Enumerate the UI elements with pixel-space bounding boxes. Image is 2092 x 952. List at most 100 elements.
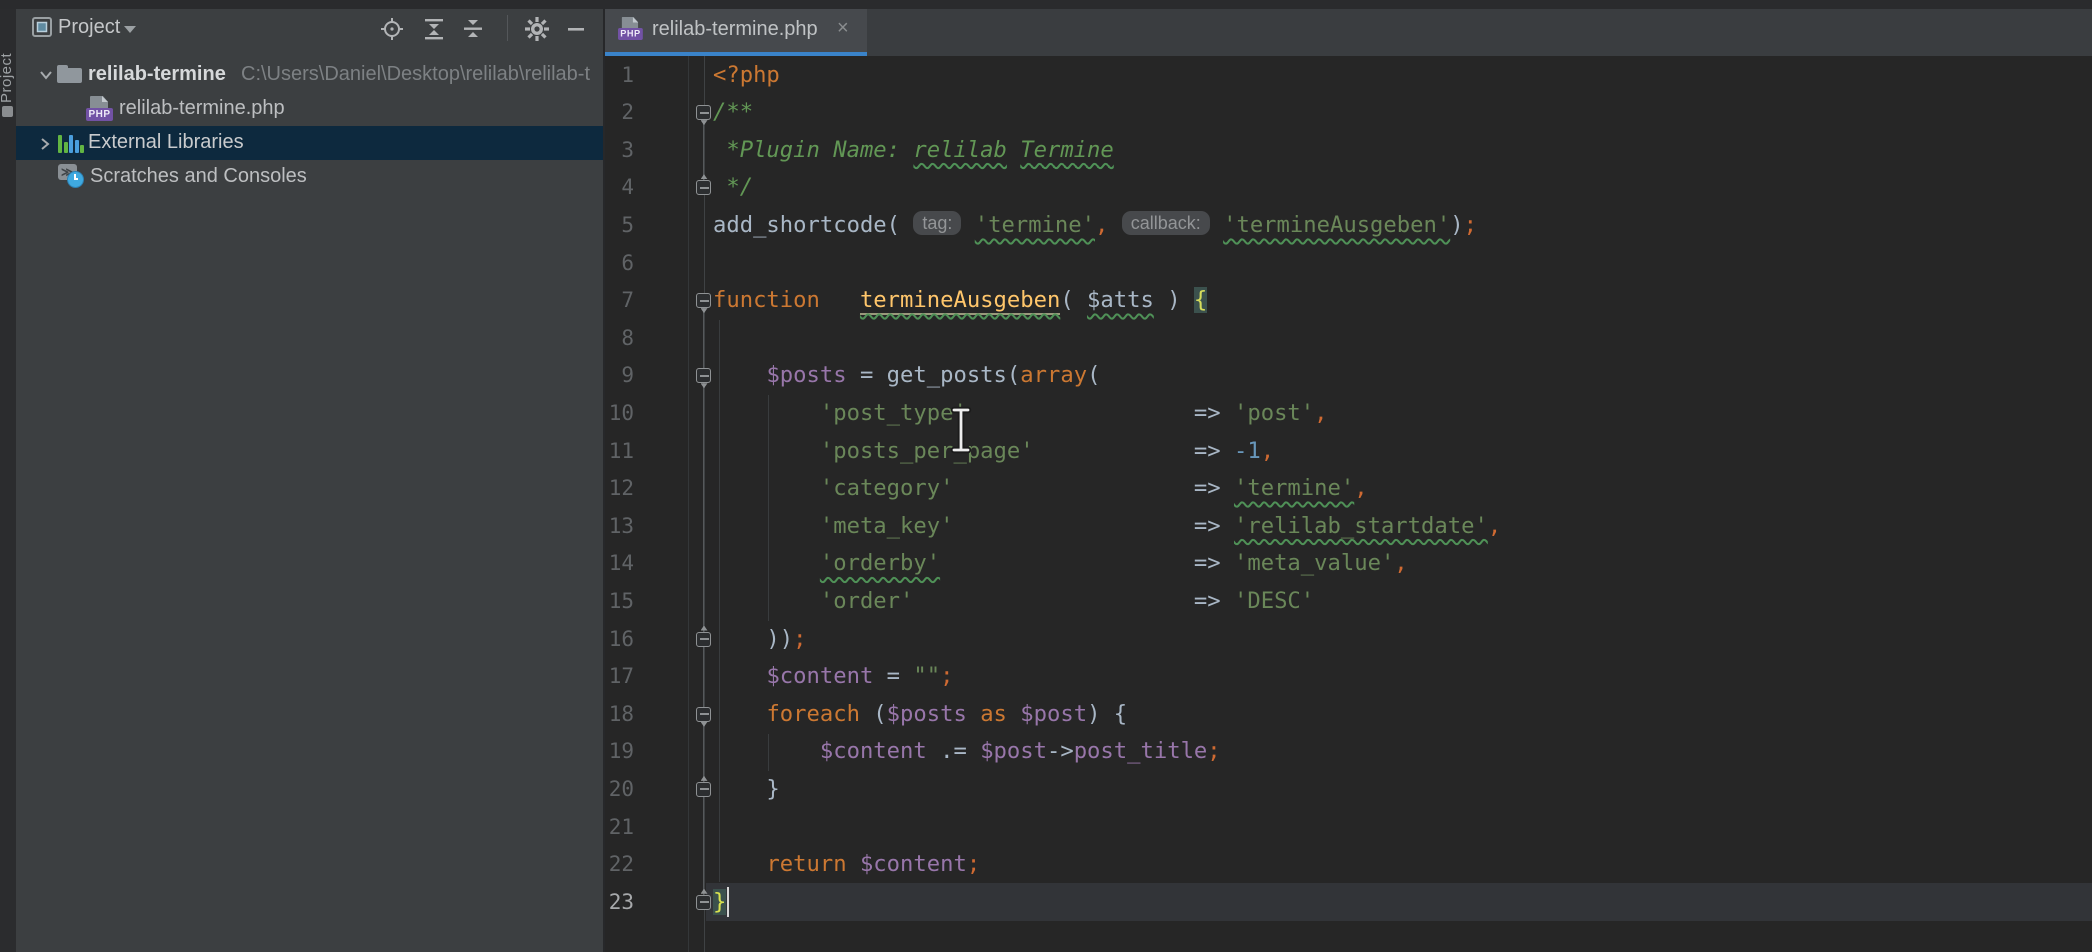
code-line[interactable]: function termineAusgeben( $atts ) { (713, 282, 1207, 320)
code-line[interactable]: <?php (713, 57, 780, 95)
code-line[interactable]: $content .= $post->post_title; (713, 733, 1221, 771)
fold-end-icon[interactable] (696, 632, 711, 647)
code-line[interactable]: )); (713, 621, 807, 659)
tree-item-label[interactable]: relilab-termine (88, 63, 226, 86)
line-number[interactable]: 6 (605, 245, 634, 283)
hide-panel-icon[interactable] (561, 14, 591, 44)
line-number[interactable]: 22 (605, 846, 634, 884)
editor-tab-bar: PHP relilab-termine.php × (605, 9, 2092, 56)
tab-label[interactable]: relilab-termine.php (652, 18, 818, 41)
code-token: ( (860, 701, 887, 727)
code-line[interactable]: 'post_type' => 'post', (713, 395, 1328, 433)
code-token: 'DESC' (1234, 588, 1314, 614)
code-token: 'order' (820, 588, 914, 614)
tab-relilab-termine-php[interactable]: PHP relilab-termine.php × (605, 9, 867, 52)
tree-row-project-root[interactable]: relilab-termine C:\Users\Daniel\Desktop\… (16, 58, 604, 92)
fold-end-icon[interactable] (696, 895, 711, 910)
line-number[interactable]: 8 (605, 320, 634, 358)
locate-icon[interactable] (377, 14, 407, 44)
code-token: post_title (1074, 738, 1208, 764)
line-number[interactable]: 5 (605, 207, 634, 245)
chevron-down-icon[interactable] (38, 68, 54, 82)
line-number[interactable]: 1 (605, 57, 634, 95)
chevron-right-icon[interactable] (38, 136, 52, 152)
code-token: , (1095, 212, 1108, 238)
code-line[interactable]: *Plugin Name: relilab Termine (713, 132, 1114, 170)
line-number[interactable]: 16 (605, 621, 634, 659)
line-number[interactable]: 7 (605, 282, 634, 320)
code-token (713, 550, 820, 576)
line-number[interactable]: 14 (605, 545, 634, 583)
code-token: $post (980, 738, 1047, 764)
project-panel-title[interactable]: Project (58, 16, 120, 39)
code-token (713, 475, 820, 501)
line-number[interactable]: 15 (605, 583, 634, 621)
code-line[interactable]: } (713, 771, 780, 809)
code-token: foreach (766, 701, 860, 727)
code-line[interactable]: $content = ""; (713, 658, 953, 696)
code-line[interactable]: 'meta_key' => 'relilab_startdate', (713, 508, 1501, 546)
fold-start-icon[interactable] (696, 707, 711, 722)
line-number[interactable]: 3 (605, 132, 634, 170)
gutter-faint-line (688, 56, 689, 952)
expand-all-icon[interactable] (458, 14, 488, 44)
line-number[interactable]: 10 (605, 395, 634, 433)
code-token: 'meta_key' (820, 513, 954, 539)
code-token (953, 475, 1193, 501)
code-token: ( (1060, 287, 1087, 313)
collapse-all-icon[interactable] (419, 14, 449, 44)
tool-window-icon[interactable] (2, 106, 13, 117)
code-token: Termine (1020, 137, 1114, 163)
code-editor[interactable]: 1 <?php 2 /** 3 *Plugin Name: relilab Termin… (605, 56, 2092, 952)
code-line[interactable]: 'orderby' => 'meta_value', (713, 545, 1408, 583)
tree-row-php-file[interactable]: PHP relilab-termine.php (16, 92, 604, 126)
fold-start-icon[interactable] (696, 368, 711, 383)
code-token: 'post' (1234, 400, 1314, 426)
code-token (1007, 701, 1020, 727)
code-line[interactable]: /** (713, 94, 753, 132)
code-token: $content (766, 663, 873, 689)
line-number[interactable]: 11 (605, 433, 634, 471)
code-token: 'termine' (1234, 475, 1354, 501)
code-line[interactable]: */ (713, 169, 753, 207)
line-number[interactable]: 12 (605, 470, 634, 508)
fold-start-icon[interactable] (696, 293, 711, 308)
folder-icon (57, 65, 82, 84)
tree-row-external-libraries[interactable]: External Libraries (16, 126, 604, 160)
code-line[interactable]: return $content; (713, 846, 980, 884)
fold-start-icon[interactable] (696, 105, 711, 120)
line-number[interactable]: 23 (605, 884, 634, 922)
line-number[interactable]: 2 (605, 94, 634, 132)
code-token: $posts (887, 701, 967, 727)
line-number[interactable]: 18 (605, 696, 634, 734)
tree-item-label[interactable]: relilab-termine.php (119, 97, 285, 120)
tree-row-scratches[interactable]: ≫ Scratches and Consoles (16, 160, 604, 194)
fold-end-icon[interactable] (696, 180, 711, 195)
code-line[interactable]: 'category' => 'termine', (713, 470, 1368, 508)
project-panel: Project (16, 9, 604, 952)
code-token: $atts (1087, 287, 1154, 313)
code-token: 'termineAusgeben' (1223, 212, 1450, 238)
line-number[interactable]: 9 (605, 357, 634, 395)
line-number[interactable]: 4 (605, 169, 634, 207)
line-number[interactable]: 21 (605, 809, 634, 847)
close-icon[interactable]: × (837, 17, 849, 40)
line-number[interactable]: 19 (605, 733, 634, 771)
code-line[interactable]: foreach ($posts as $post) { (713, 696, 1127, 734)
code-token: , (1261, 438, 1274, 464)
line-number[interactable]: 17 (605, 658, 634, 696)
line-number[interactable]: 13 (605, 508, 634, 546)
code-token: 'category' (820, 475, 954, 501)
code-token: function (713, 287, 820, 313)
code-line[interactable]: } (713, 884, 726, 922)
chevron-down-icon[interactable] (124, 26, 136, 33)
line-number[interactable]: 20 (605, 771, 634, 809)
code-line[interactable]: add_shortcode( tag: 'termine', callback:… (713, 207, 1477, 245)
tree-item-label[interactable]: External Libraries (88, 131, 244, 154)
code-line[interactable]: $posts = get_posts(array( (713, 357, 1100, 395)
settings-gear-icon[interactable] (522, 14, 552, 44)
tree-item-label[interactable]: Scratches and Consoles (90, 165, 307, 188)
fold-end-icon[interactable] (696, 782, 711, 797)
code-line[interactable]: 'posts_per_page' => -1, (713, 433, 1274, 471)
code-line[interactable]: 'order' => 'DESC' (713, 583, 1314, 621)
